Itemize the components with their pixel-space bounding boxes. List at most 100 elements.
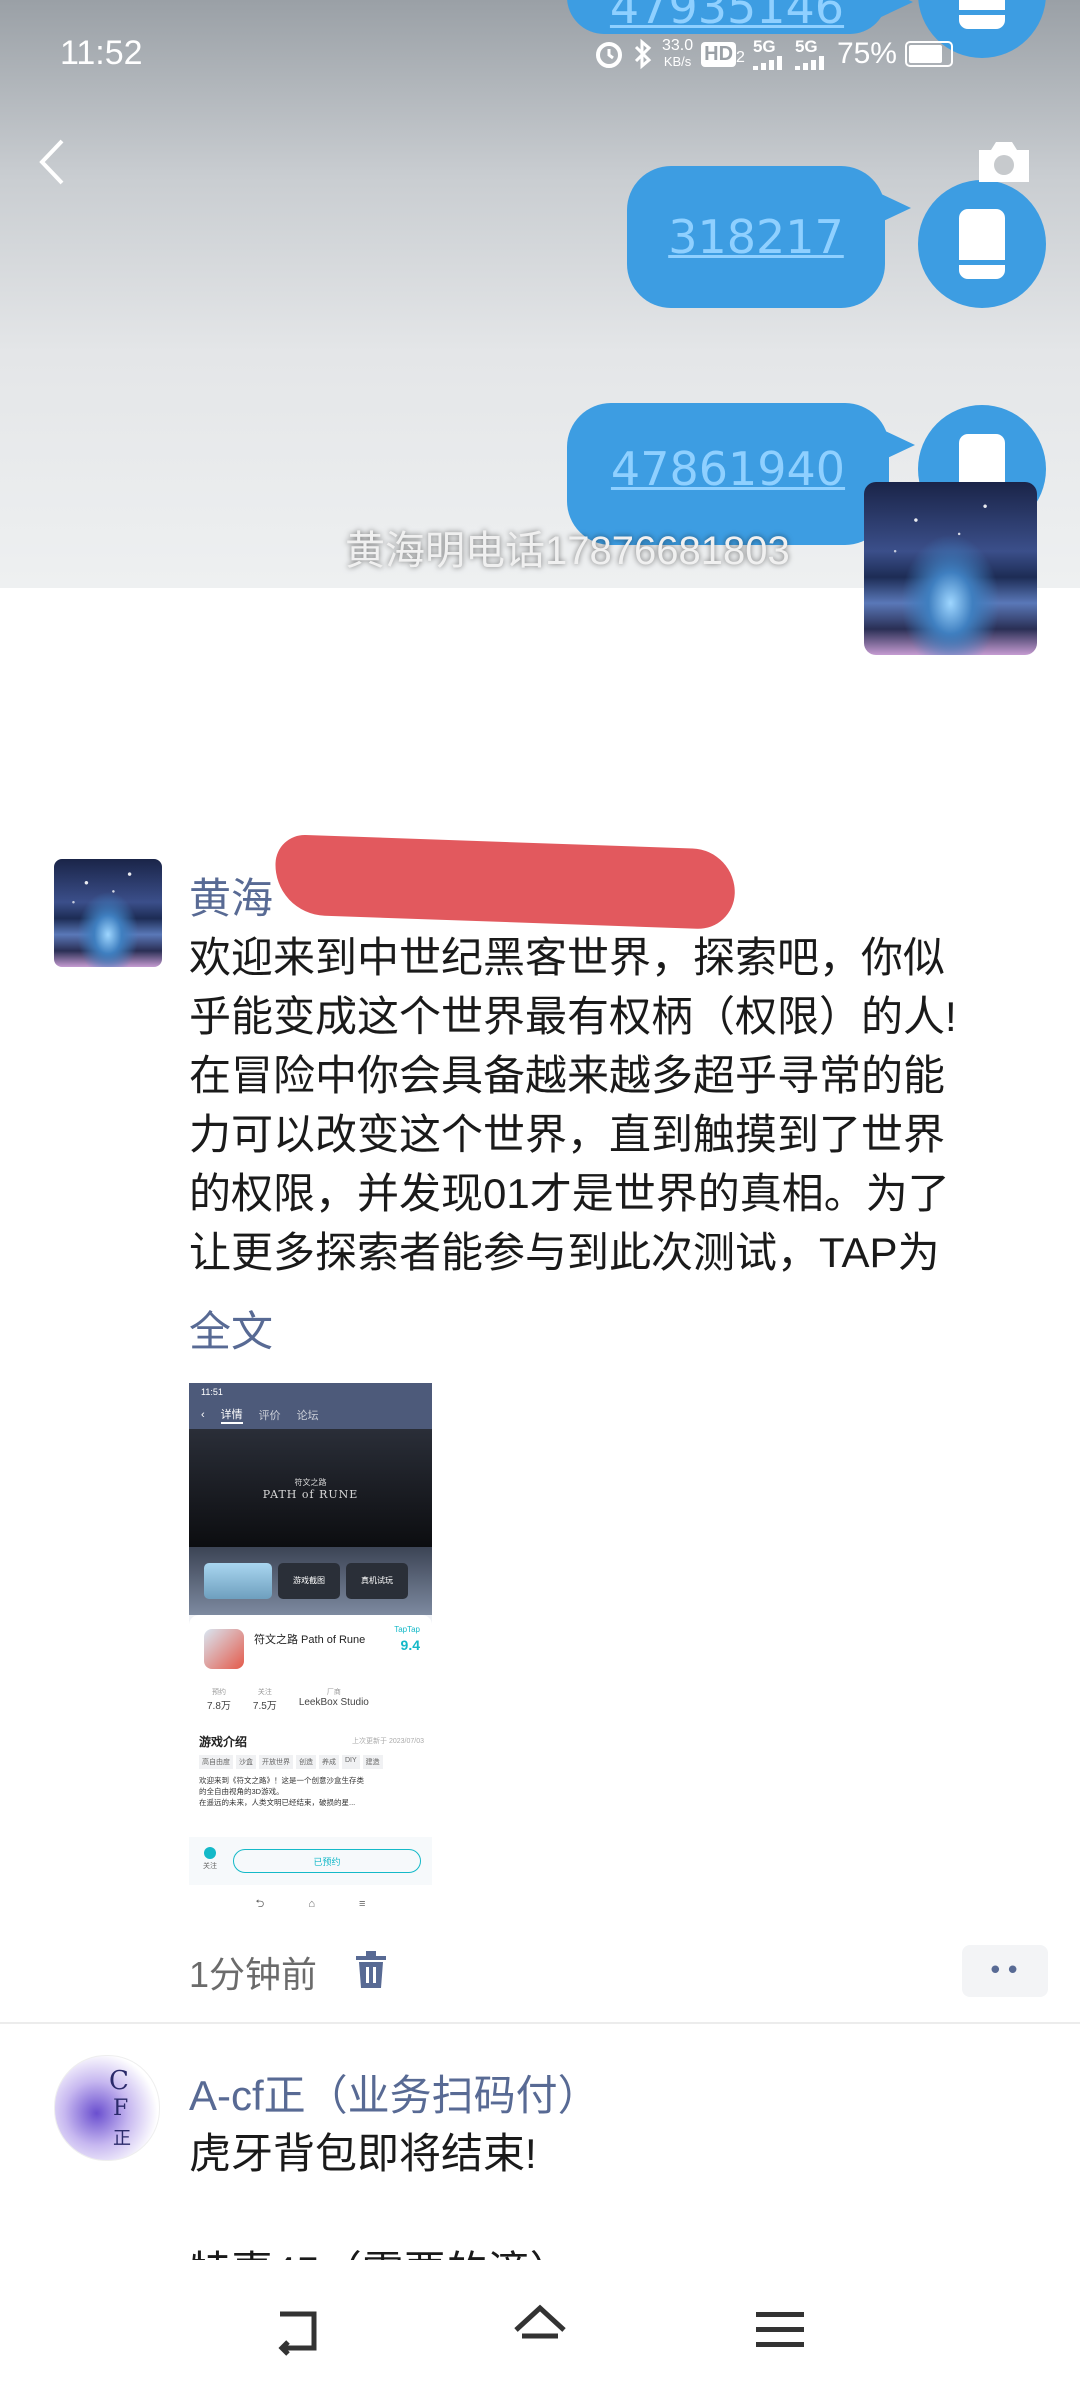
embed-banner-sub: PATH of RUNE [262,1488,359,1501]
hd-label: HD [701,41,737,67]
signal-sim1: 5G [752,37,787,70]
post-text-line: 在冒险中你会具备越来越多超乎寻常的能 [189,1052,946,1099]
post-author-visible: 黄海 [189,875,274,922]
embed-bottom-bar: 关注 已预约 [189,1837,432,1885]
battery-percent: 75% [836,37,897,70]
embed-banner: 符文之路 PATH of RUNE [189,1429,432,1547]
embed-tag: DIY [342,1755,360,1769]
embed-stat-value: LeekBox Studio [298,1697,369,1708]
post-text: 欢迎来到中世纪黑客世界，探索吧，你似 乎能变成这个世界最有权柄（权限）的人! 在… [189,928,1049,1282]
phone-icon [918,180,1046,308]
embed-tag: 高自由度 [199,1755,233,1769]
redaction-mark [273,833,737,931]
more-actions-button[interactable]: •• [962,1945,1048,1997]
net-speed-unit: KB/s [663,54,692,69]
embed-intro-text: 欢迎来到《符文之路》！这是一个创意沙盒生存类 的全自由视角的3D游戏。 在遥远的… [199,1775,427,1808]
post-text-line: 欢迎来到中世纪黑客世界，探索吧，你似 [189,934,946,981]
menu-icon [756,2312,804,2347]
post2-avatar[interactable]: C F 正 [54,2055,160,2161]
embed-stat-label: 厂商 [326,1689,341,1696]
more-dots-icon: •• [987,1956,1023,1986]
nav-home-button[interactable] [510,2300,570,2360]
bluetooth-icon [634,38,652,70]
embed-stats: 预约 7.8万 关注 7.5万 厂商 LeekBox Studio [207,1687,369,1712]
embed-tab: 论坛 [296,1410,319,1422]
avatar-letter: 正 [113,2128,131,2149]
embed-stat-label: 预约 [211,1689,226,1696]
embed-thumb-button: 游戏截图 [278,1563,340,1599]
embed-card: 符文之路 Path of Rune TapTap 9.4 预约 7.8万 关注 7.… [189,1615,432,1923]
hd-sub: 2 [736,48,745,66]
embed-thumbs: 游戏截图 真机试玩 [189,1547,432,1615]
message-bubble-1: 47935146 [567,0,913,34]
home-icon [514,2304,566,2339]
embed-tags: 高自由度 沙盒 开放世界 创造 养成 DIY 建造 [199,1755,383,1769]
chevron-left-icon [39,139,64,185]
back-icon [278,2311,317,2356]
status-icons: 33.0 KB/s HD 2 5G 5G 75% [594,34,953,74]
embed-intro-date: 上次更新于 2023/07/03 [352,1738,424,1745]
avatar-letter: C [109,2066,129,2096]
embed-tag: 创造 [296,1755,316,1769]
nav-back-button[interactable] [270,2300,330,2360]
status-time: 11:52 [60,34,143,72]
post2-author-name[interactable]: A-cf正（业务扫码付） [189,2062,600,2123]
post-text-line: 乎能变成这个世界最有权柄（权限）的人! [189,993,957,1040]
embed-stat-value: 7.5万 [252,1701,277,1712]
sim1-label: 5G [752,37,776,56]
embed-tabs: ‹ 详情 评价 论坛 [189,1401,432,1429]
embed-tab: 详情 [220,1406,243,1424]
avatar-letter: F [113,2096,129,2121]
post-author-name[interactable]: 黄海 [189,865,273,926]
embed-stat-value: 7.8万 [207,1701,231,1712]
sim2-label: 5G [794,37,818,56]
post-time: 1分钟前 [189,1954,318,1995]
embed-tag: 养成 [319,1755,339,1769]
embed-nav: ⮌ ⌂ ≡ [189,1885,432,1923]
embed-tag: 建造 [362,1755,383,1769]
network-speed: 33.0 KB/s [662,38,693,70]
signal-sim2: 5G [794,37,829,70]
bubble-number-2: 318217 [668,210,844,264]
embed-follow: 关注 [203,1847,217,1871]
embed-home-icon: ⌂ [308,1898,316,1910]
embed-game-name: 符文之路 Path of Rune [254,1634,366,1646]
divider [0,2022,1080,2024]
signal-icon [794,56,824,70]
bubble-number-1: 47935146 [609,0,845,34]
embed-tab: 评价 [258,1410,281,1422]
embed-intro-title: 游戏介绍 [199,1735,248,1749]
system-nav-bar [0,2260,1080,2400]
embed-thumb-button: 真机试玩 [346,1563,408,1599]
post-avatar[interactable] [54,859,162,967]
camera-button[interactable] [975,138,1033,186]
post-image[interactable]: 11:51 ‹ 详情 评价 论坛 符文之路 PATH of RUNE 游戏截图 … [189,1383,432,1923]
embed-intro-line: 的全自由视角的3D游戏。 [199,1787,284,1796]
embed-tag: 沙盒 [236,1755,256,1769]
embed-brand: TapTap [394,1625,420,1634]
delete-button[interactable] [354,1950,388,1990]
bubble-number-3: 47861940 [610,442,846,496]
cover-caption: 黄海明电话17876681803 [345,529,790,573]
post2-text-line: 虎牙背包即将结束! [189,2130,537,2177]
trash-icon [356,1951,386,1988]
back-button[interactable] [28,135,78,189]
nav-menu-button[interactable] [750,2300,810,2360]
embed-banner-title: 符文之路 [294,1478,327,1487]
embed-game-icon [204,1629,244,1669]
post-text-line: 力可以改变这个世界，直到触摸到了世界 [189,1111,946,1158]
embed-follow-label: 关注 [203,1863,217,1870]
embed-status-bar: 11:51 [189,1383,432,1401]
profile-avatar[interactable] [864,482,1037,655]
post-text-line: 的权限，并发现01才是世界的真相。为了 [189,1170,950,1217]
signal-icon [752,56,782,70]
embed-back-icon: ‹ [201,1409,205,1421]
embed-reserved-button: 已预约 [233,1849,421,1873]
embed-tag: 开放世界 [259,1755,293,1769]
embed-intro-line: 欢迎来到《符文之路》！这是一个创意沙盒生存类 [199,1776,364,1785]
battery-icon [904,41,953,67]
expand-full-text-link[interactable]: 全文 [189,1298,273,1359]
alarm-icon [596,42,622,68]
net-speed-value: 33.0 [662,37,694,54]
embed-intro-line: 在遥远的未来，人类文明已经结束，破损的星... [199,1798,356,1807]
